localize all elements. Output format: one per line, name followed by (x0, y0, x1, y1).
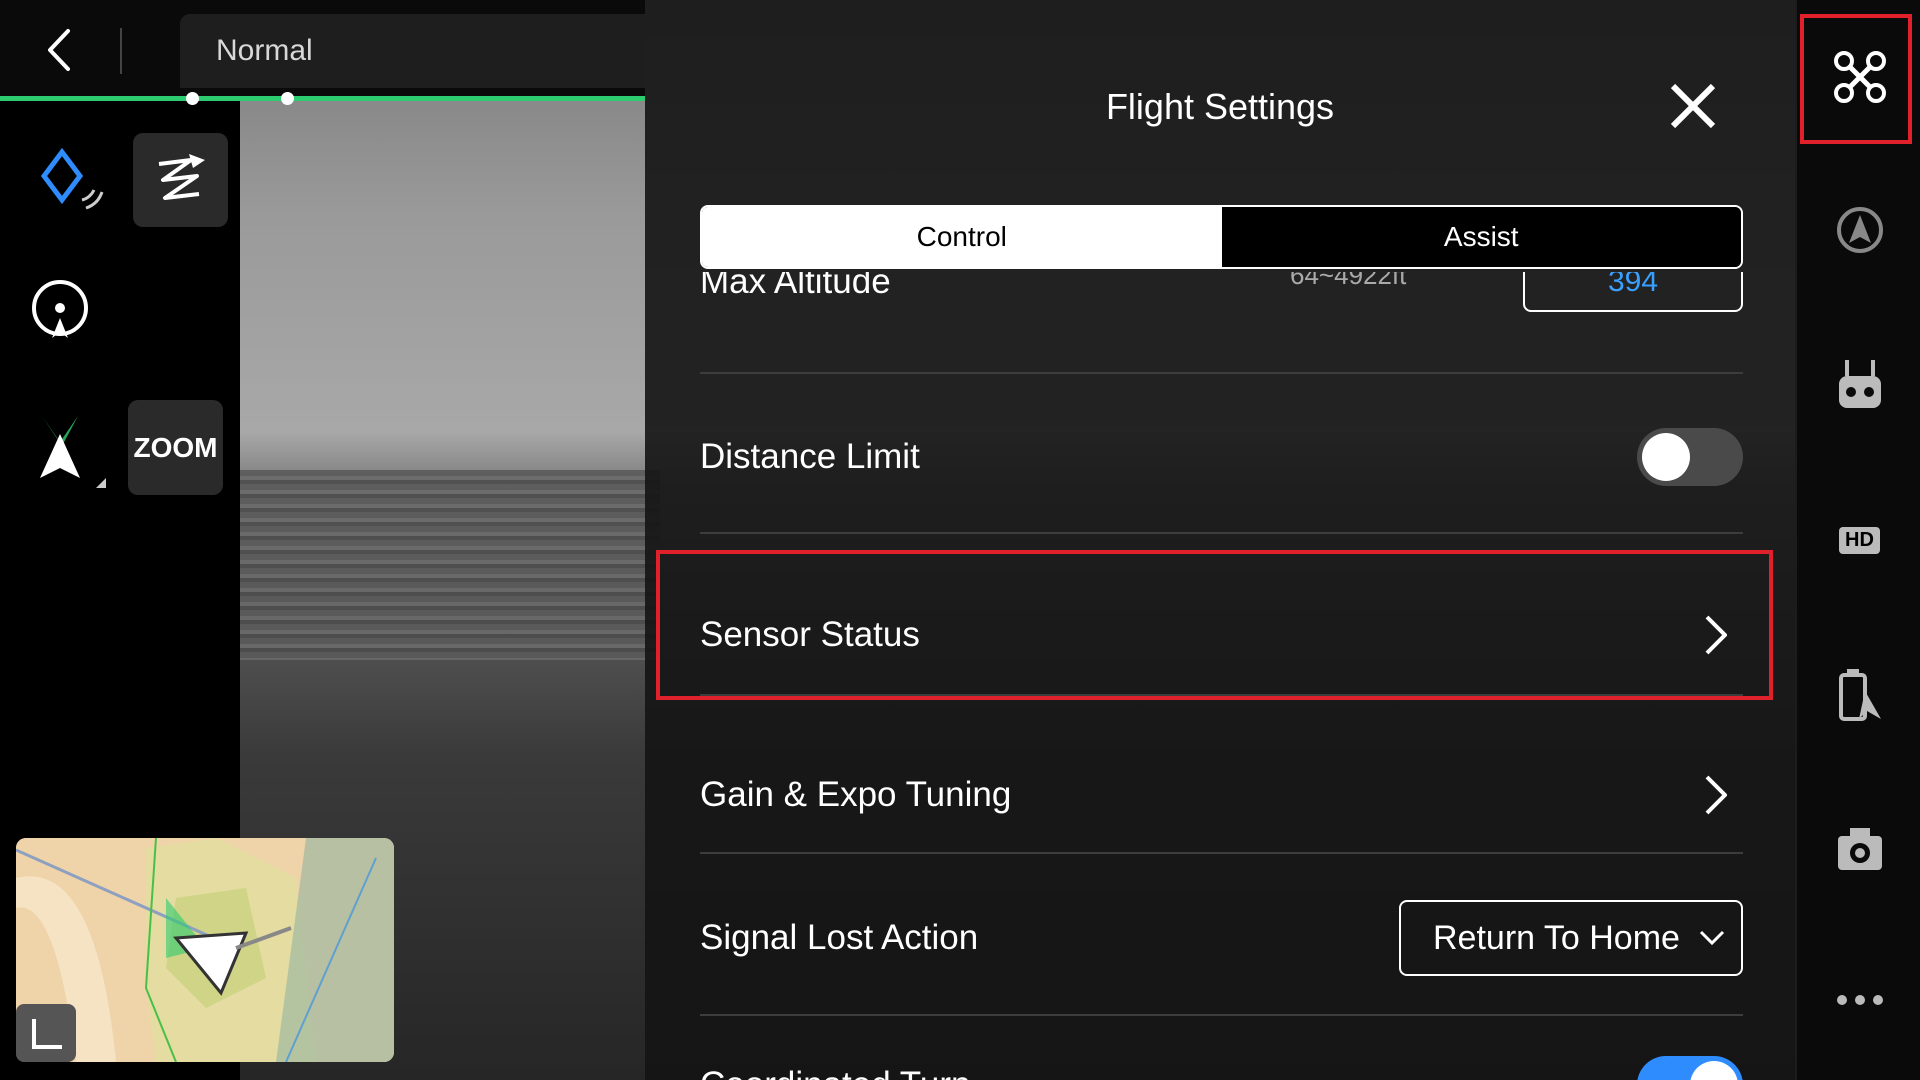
zoom-button[interactable]: ZOOM (128, 400, 223, 495)
flight-settings-panel: Flight Settings Control Assist Max Altit… (645, 0, 1795, 1080)
max-altitude-label: Max Altitude (700, 272, 891, 301)
row-divider (700, 372, 1743, 374)
coordinated-turn-label: Coordinated Turn (700, 1065, 970, 1080)
panel-title: Flight Settings (1105, 86, 1335, 127)
top-bar: Normal (0, 0, 645, 100)
row-divider (700, 852, 1743, 854)
row-divider (700, 1014, 1743, 1016)
tab-assist[interactable]: Assist (1221, 207, 1741, 267)
close-button[interactable] (1665, 78, 1721, 134)
camera-feed-surface (240, 470, 660, 660)
row-divider (700, 532, 1743, 534)
battery-button[interactable] (1797, 650, 1920, 740)
top-divider (120, 28, 122, 74)
signal-lost-dropdown[interactable]: Return To Home (1399, 900, 1743, 976)
active-track-icon (40, 416, 106, 488)
hd-transmission-icon: HD (1839, 526, 1880, 554)
sensor-status-highlight (656, 550, 1773, 700)
chevron-down-icon (1699, 930, 1725, 946)
more-icon (1836, 995, 1883, 1005)
poi-orbit-icon (32, 280, 88, 338)
aircraft-settings-highlight (1800, 14, 1912, 144)
waypoint-tool-button[interactable] (30, 140, 110, 220)
back-button[interactable] (36, 22, 80, 78)
settings-tabs: Control Assist (700, 205, 1743, 269)
max-altitude-row: Max Altitude 64~4922ft 394 (700, 272, 1743, 332)
chevron-right-icon (1705, 775, 1727, 815)
battery-icon (1838, 669, 1881, 721)
max-altitude-input[interactable]: 394 (1523, 272, 1743, 312)
toggle-knob (1642, 433, 1690, 481)
camera-settings-button[interactable] (1797, 805, 1920, 895)
remote-controller-icon (1838, 360, 1881, 408)
camera-icon (1837, 828, 1882, 870)
tab-control[interactable]: Control (702, 207, 1222, 267)
focus-track-button[interactable] (28, 410, 108, 490)
remote-controller-button[interactable] (1797, 340, 1920, 430)
progress-marker[interactable] (281, 92, 294, 105)
signal-lost-value: Return To Home (1433, 918, 1680, 957)
right-sidebar: HD (1795, 0, 1920, 1080)
obstacle-avoidance-icon (1836, 207, 1883, 253)
coordinated-turn-row: Coordinated Turn (700, 1050, 1743, 1080)
signal-lost-label: Signal Lost Action (700, 918, 979, 957)
path-route-icon (158, 154, 205, 200)
minimap-expand-button[interactable] (16, 1004, 76, 1062)
chevron-left-icon (48, 29, 70, 71)
progress-line (0, 96, 645, 101)
distance-limit-row: Distance Limit (700, 422, 1743, 492)
close-icon (1670, 83, 1716, 129)
waypoint-diamond-icon (40, 147, 104, 210)
progress-marker[interactable] (186, 92, 199, 105)
obstacle-avoidance-button[interactable] (1797, 185, 1920, 275)
expand-corner-icon (32, 1019, 62, 1049)
mapping-mission-button[interactable] (133, 133, 228, 227)
max-altitude-value: 394 (1607, 272, 1659, 298)
coordinated-turn-toggle[interactable] (1637, 1056, 1743, 1080)
image-transmission-button[interactable]: HD (1797, 495, 1920, 585)
gain-expo-row[interactable]: Gain & Expo Tuning (700, 760, 1743, 830)
point-of-interest-button[interactable] (20, 270, 100, 350)
distance-limit-toggle[interactable] (1637, 428, 1743, 486)
signal-lost-row: Signal Lost Action Return To Home (700, 898, 1743, 978)
zoom-label: ZOOM (133, 431, 218, 463)
more-button[interactable] (1797, 955, 1920, 1045)
distance-limit-label: Distance Limit (700, 437, 920, 476)
gain-expo-label: Gain & Expo Tuning (700, 775, 1012, 814)
flight-mode-label[interactable]: Normal (180, 14, 645, 88)
max-altitude-range: 64~4922ft (1290, 272, 1407, 290)
toggle-knob (1690, 1061, 1738, 1080)
